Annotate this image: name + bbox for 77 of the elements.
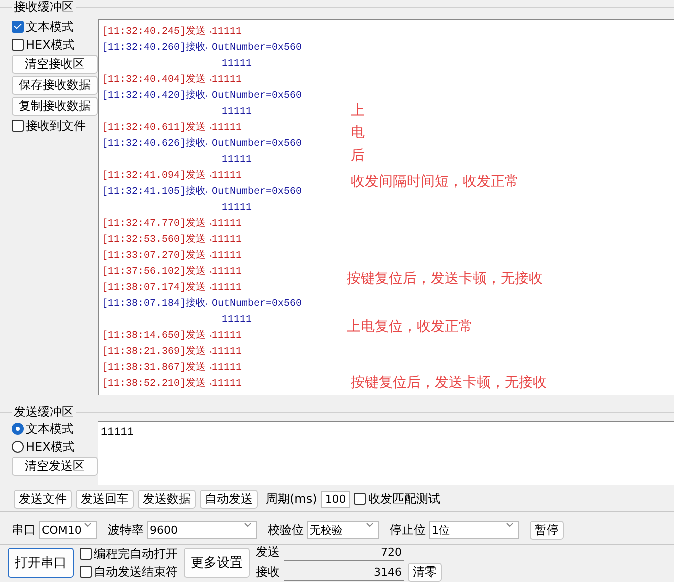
period-field[interactable]: 100 — [321, 490, 350, 508]
checkbox-label[interactable]: 收发匹配测试 — [368, 491, 440, 507]
checkbox-label[interactable]: 自动发送结束符 — [94, 564, 178, 580]
action-button[interactable]: 发送文件 — [14, 490, 72, 508]
send-input-field[interactable]: 11111 — [98, 421, 674, 485]
log-line: [11:38:52.210]发送→11111 — [102, 377, 242, 392]
log-line: [11:32:47.770]发送→11111 — [102, 217, 242, 232]
pause-button[interactable]: 暂停 — [530, 520, 564, 540]
counter-field: 720 — [284, 544, 404, 560]
log-line: 11111 — [221, 106, 252, 120]
log-line: [11:38:31.867]发送→11111 — [102, 361, 242, 376]
checkbox-label[interactable]: HEX模式 — [26, 37, 75, 53]
checkbox-label[interactable]: 文本模式 — [26, 19, 74, 35]
checkbox-label[interactable]: 接收到文件 — [26, 118, 86, 134]
log-line: 11111 — [221, 202, 252, 216]
setting-label: 校验位 — [268, 522, 304, 538]
open-port-button[interactable]: 打开串口 — [8, 548, 74, 578]
setting-label: 串口 — [12, 522, 36, 538]
log-line: 11111 — [221, 58, 252, 72]
checkbox[interactable] — [354, 493, 366, 505]
setting-label: 波特率 — [108, 522, 144, 538]
counter-field: 3146 — [284, 564, 404, 580]
action-button[interactable]: 自动发送 — [200, 490, 258, 508]
radio-button[interactable] — [12, 423, 24, 435]
annotation-text: 按键复位后，发送卡顿，无接收 — [347, 270, 543, 288]
chevron-down-icon — [366, 522, 374, 528]
toolbar-button[interactable]: 复制接收数据 — [12, 97, 98, 116]
log-line: [11:38:07.184]接收←OutNumber=0x560 — [102, 297, 302, 312]
annotation-text: 上电复位，收发正常 — [347, 318, 473, 336]
log-line: 11111 — [221, 314, 252, 328]
log-line: [11:32:40.245]发送→11111 — [102, 25, 242, 40]
log-line: [11:38:14.650]发送→11111 — [102, 329, 242, 344]
log-line: [11:33:07.270]发送→11111 — [102, 249, 242, 264]
counter-label: 发送 — [256, 544, 280, 561]
log-line: [11:32:53.560]发送→11111 — [102, 233, 242, 248]
action-button[interactable]: 发送回车 — [76, 490, 134, 508]
counter-label: 接收 — [256, 564, 280, 581]
checkbox[interactable] — [80, 566, 92, 578]
log-line: 11111 — [221, 154, 252, 168]
radio-button[interactable] — [12, 441, 24, 453]
checkbox[interactable] — [12, 39, 24, 51]
chevron-down-icon — [84, 522, 92, 528]
radio-label[interactable]: HEX模式 — [26, 439, 75, 455]
setting-dropdown[interactable]: 1位 — [429, 521, 519, 539]
log-line: [11:32:41.094]发送→11111 — [102, 169, 242, 184]
setting-dropdown[interactable]: 无校验 — [307, 521, 379, 539]
log-line: [11:32:40.260]接收←OutNumber=0x560 — [102, 41, 302, 56]
clear-send-button[interactable]: 清空发送区 — [12, 457, 98, 476]
log-line: [11:37:56.102]发送→11111 — [102, 265, 242, 280]
group-title: 接收缓冲区 — [12, 0, 76, 14]
checkbox[interactable] — [80, 548, 92, 560]
checkbox[interactable] — [12, 21, 24, 33]
action-button[interactable]: 发送数据 — [138, 490, 196, 508]
period-label: 周期(ms) — [266, 490, 318, 508]
log-line: [11:32:41.105]接收←OutNumber=0x560 — [102, 185, 302, 200]
checkbox-label[interactable]: 编程完自动打开 — [94, 546, 178, 562]
setting-dropdown[interactable]: COM10 — [39, 521, 97, 539]
reset-button[interactable]: 清零 — [408, 563, 442, 582]
log-line: [11:32:40.420]接收←OutNumber=0x560 — [102, 89, 302, 104]
setting-dropdown[interactable]: 9600 — [147, 521, 257, 539]
log-line: [11:32:40.404]发送→11111 — [102, 73, 242, 88]
chevron-down-icon — [244, 522, 252, 528]
toolbar-button[interactable]: 清空接收区 — [12, 55, 98, 74]
log-line: [11:32:40.626]接收←OutNumber=0x560 — [102, 137, 302, 152]
toolbar-button[interactable]: 保存接收数据 — [12, 76, 98, 95]
group-title: 发送缓冲区 — [12, 405, 76, 419]
annotation-text: 收发间隔时间短，收发正常 — [351, 173, 519, 191]
log-line: [11:38:07.174]发送→11111 — [102, 281, 242, 296]
more-settings-button[interactable]: 更多设置 — [184, 548, 250, 578]
setting-label: 停止位 — [390, 522, 426, 538]
chevron-down-icon — [506, 522, 514, 528]
radio-label[interactable]: 文本模式 — [26, 421, 74, 437]
annotation-text: 上电后 — [351, 102, 365, 166]
checkbox[interactable] — [12, 120, 24, 132]
log-line: [11:32:40.611]发送→11111 — [102, 121, 242, 136]
log-line: [11:38:21.369]发送→11111 — [102, 345, 242, 360]
annotation-text: 按键复位后，发送卡顿，无接收 — [351, 374, 547, 392]
